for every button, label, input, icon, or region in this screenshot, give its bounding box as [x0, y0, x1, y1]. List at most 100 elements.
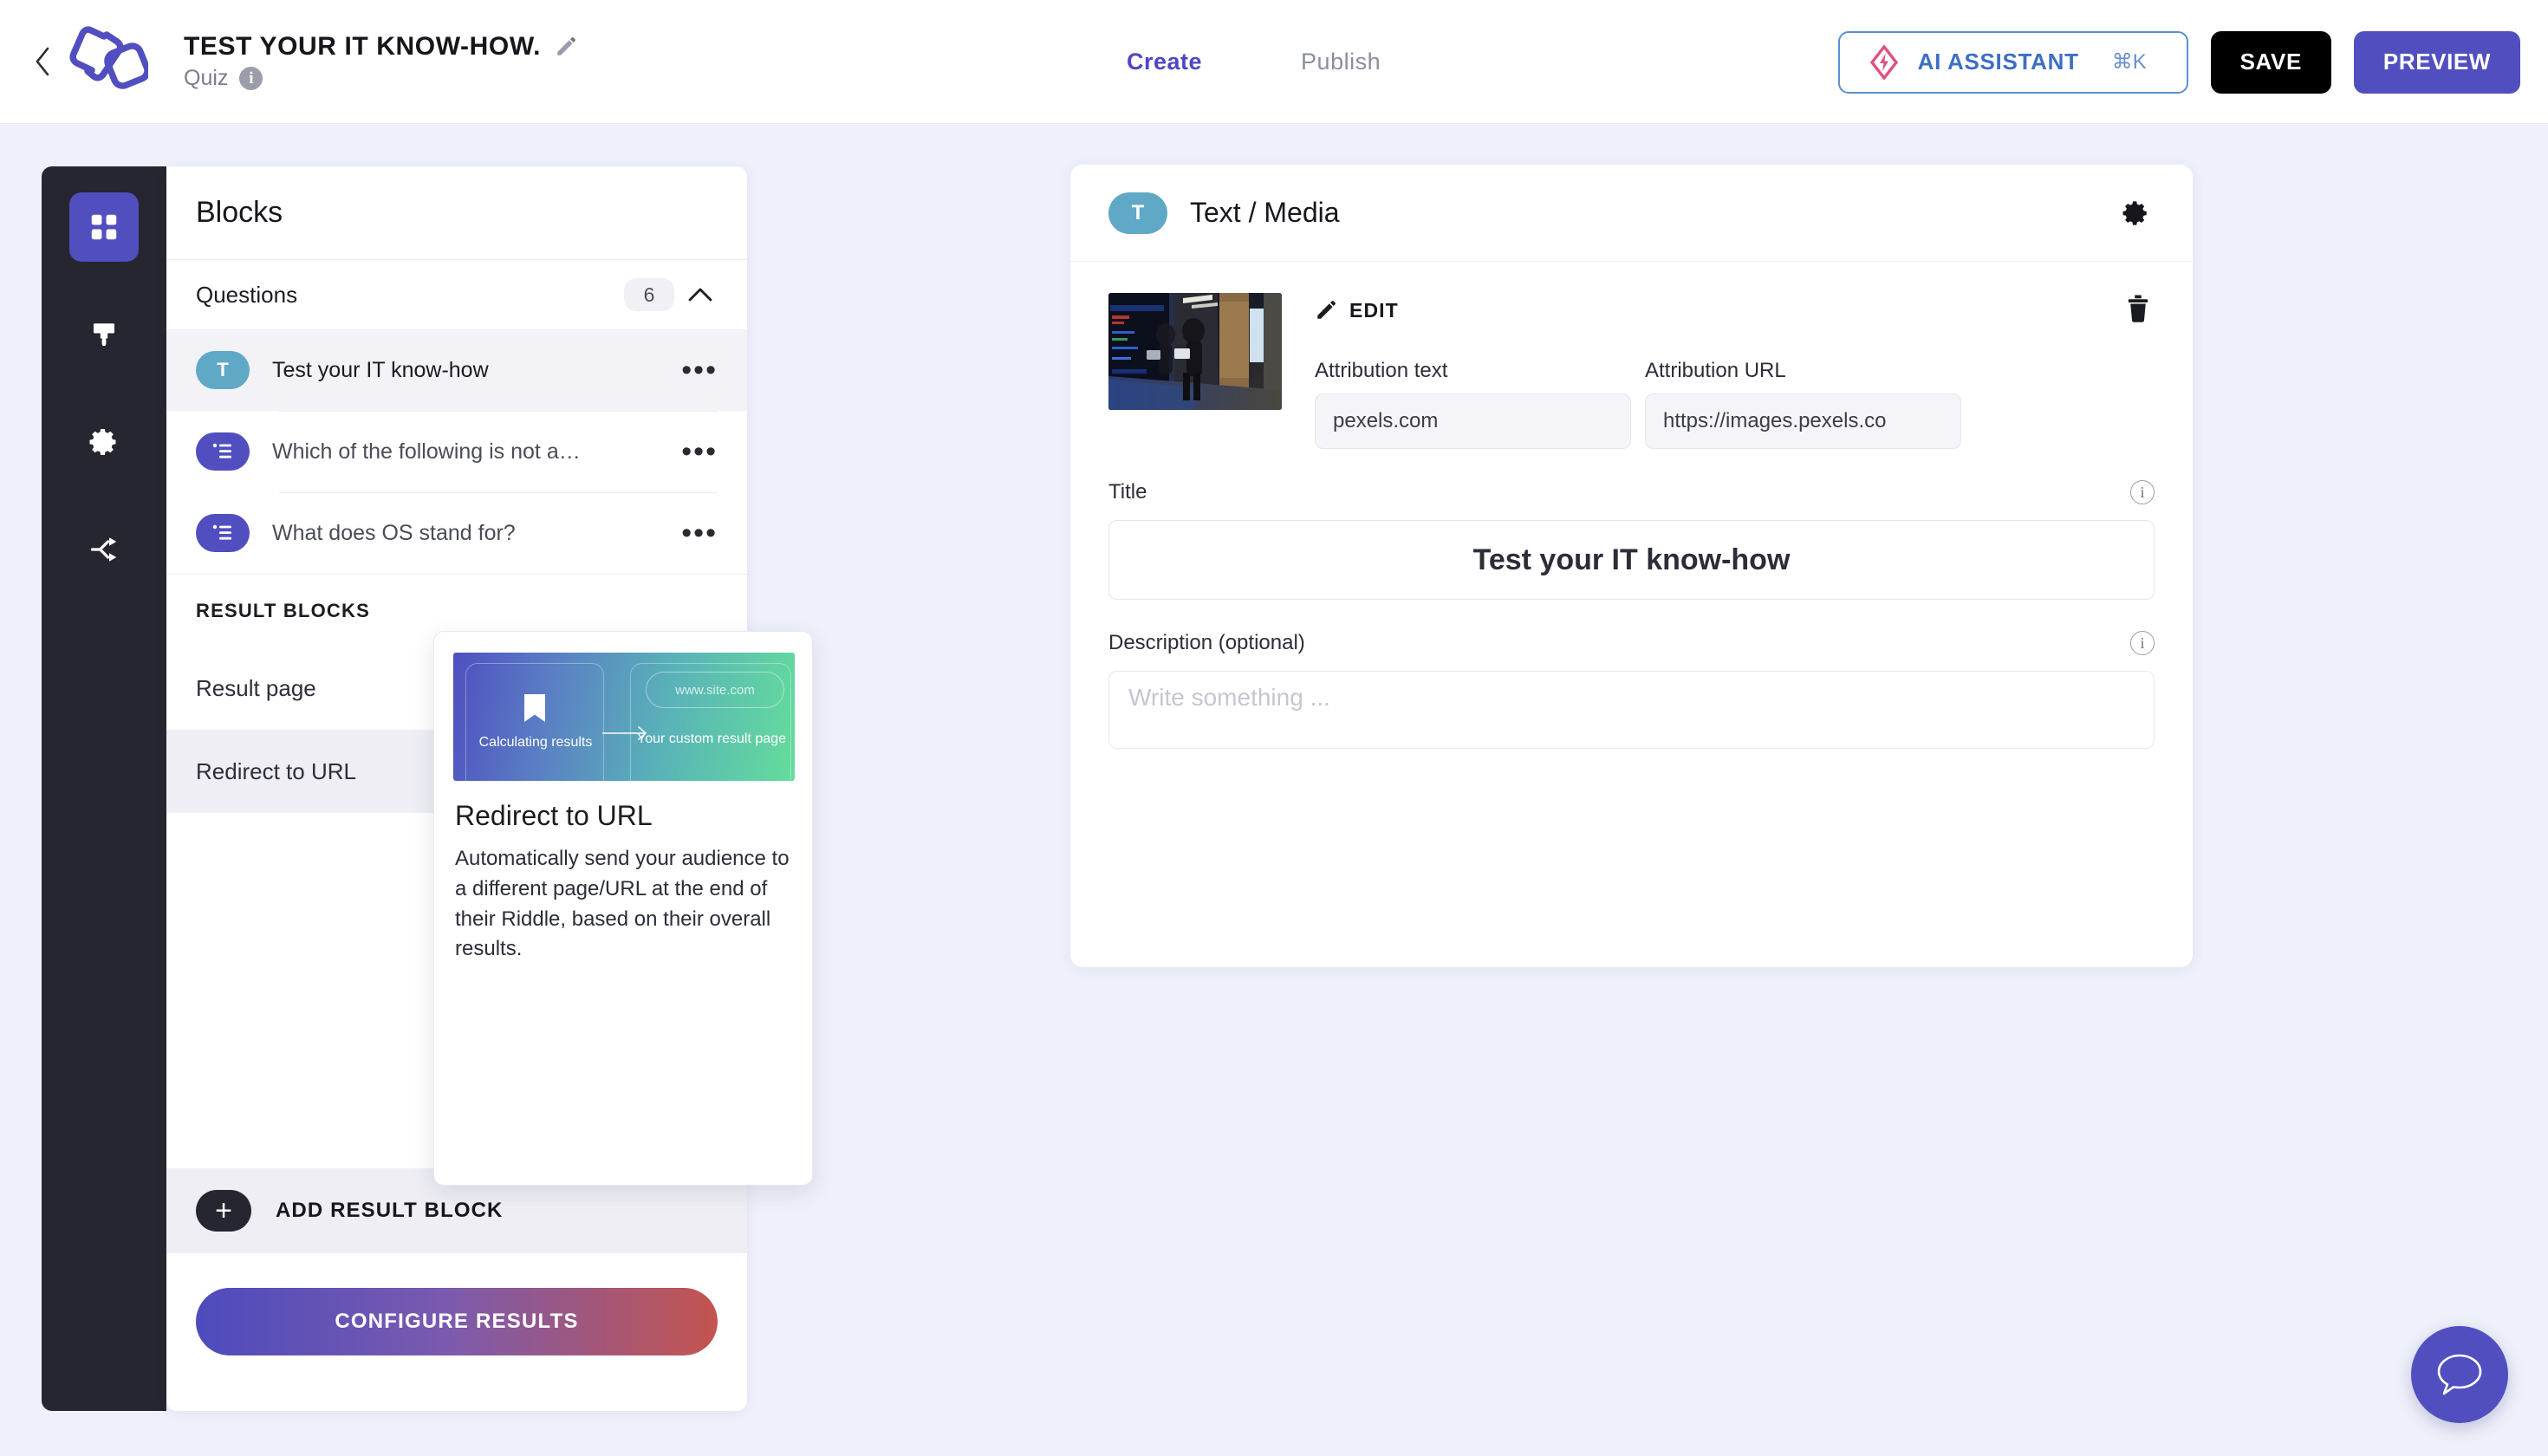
riddle-logo-icon — [69, 26, 148, 89]
left-rail — [42, 166, 166, 1411]
riddle-logo[interactable] — [66, 24, 151, 99]
media-thumbnail[interactable] — [1108, 293, 1282, 410]
ai-assistant-button[interactable]: AI ASSISTANT ⌘K — [1837, 30, 2188, 94]
top-bar: TEST YOUR IT KNOW-HOW. Quiz i Create Pub… — [0, 0, 2548, 124]
collapse-questions-button[interactable] — [683, 277, 718, 312]
title-input[interactable] — [1108, 520, 2155, 600]
description-field-head: Description (optional) i — [1108, 626, 2155, 660]
block-type-badge-text: T — [1108, 192, 1167, 234]
media-row: EDIT Attribution text pexels.com Attribu… — [1108, 293, 2155, 449]
preview-left-caption: Calculating results — [478, 735, 593, 750]
attribution-text-col: Attribution text — [1315, 359, 1631, 449]
list-item[interactable]: T Test your IT know-how ••• — [166, 329, 747, 411]
server-room-photo — [1108, 293, 1282, 410]
list-item-menu-button[interactable]: ••• — [676, 517, 718, 548]
attribution-row: Attribution text Attribution URL — [1315, 359, 2155, 449]
preview-right-caption: Your custom result page — [637, 731, 786, 746]
title-field-head: Title i — [1108, 475, 2155, 510]
grid-blocks-icon — [91, 214, 117, 240]
preview-url-pill: www.site.com — [646, 672, 784, 708]
list-item-label: What does OS stand for? — [272, 520, 516, 545]
gear-icon — [2122, 200, 2147, 225]
ai-assistant-label: AI ASSISTANT — [1917, 49, 2079, 75]
media-edit-row: EDIT — [1315, 293, 2155, 328]
block-editor-card: T Text / Media EDIT Attribution text pex… — [1070, 165, 2193, 967]
page-title: TEST YOUR IT KNOW-HOW. — [184, 32, 542, 61]
description-field-block: Description (optional) i — [1108, 626, 2155, 753]
ai-spark-icon — [1869, 44, 1898, 80]
title-field-label: Title — [1108, 480, 1147, 504]
back-button[interactable] — [26, 45, 59, 78]
result-blocks-label: RESULT BLOCKS — [196, 599, 370, 621]
result-block-tooltip: www.site.com Calculating results Your cu… — [433, 631, 813, 1186]
questions-label: Questions — [196, 281, 298, 308]
questions-section-header[interactable]: Questions 6 — [166, 260, 747, 329]
media-controls: EDIT Attribution text pexels.com Attribu… — [1315, 293, 2155, 449]
info-icon[interactable]: i — [2130, 631, 2155, 655]
pencil-icon — [1317, 301, 1336, 319]
tab-publish[interactable]: Publish — [1301, 49, 1381, 75]
chat-support-button[interactable] — [2411, 1326, 2508, 1423]
tooltip-preview-image: www.site.com Calculating results Your cu… — [453, 653, 795, 781]
attribution-text-label: Attribution text — [1315, 359, 1448, 382]
attribution-text-input[interactable] — [1315, 393, 1631, 449]
configure-results-button[interactable]: CONFIGURE RESULTS — [196, 1288, 718, 1355]
share-branch-icon — [90, 537, 117, 562]
block-editor-title: Text / Media — [1190, 197, 1340, 228]
blocks-panel-header: Blocks — [166, 166, 747, 260]
list-item-menu-button[interactable]: ••• — [676, 354, 718, 385]
block-editor-body: EDIT Attribution text pexels.com Attribu… — [1070, 262, 2193, 753]
attribution-url-col: Attribution URL — [1645, 359, 1961, 449]
main-tabs: Create Publish — [1127, 0, 1381, 124]
add-result-block-label: ADD RESULT BLOCK — [276, 1199, 504, 1222]
edit-media-label: EDIT — [1349, 298, 1399, 322]
attribution-url-label: Attribution URL — [1645, 359, 1786, 382]
title-row: TEST YOUR IT KNOW-HOW. — [184, 32, 577, 62]
rail-item-settings[interactable] — [69, 407, 139, 477]
chevron-left-icon — [36, 47, 49, 76]
paint-brush-icon — [94, 323, 114, 347]
tooltip-description: Automatically send your audience to a di… — [455, 847, 790, 961]
block-type-badge-list — [196, 432, 250, 471]
doc-type-label: Quiz — [184, 66, 229, 90]
questions-count-badge: 6 — [624, 278, 674, 311]
chat-bubble-icon — [2437, 1354, 2482, 1395]
info-icon[interactable]: i — [239, 67, 263, 90]
ai-assistant-shortcut: ⌘K — [2111, 50, 2147, 74]
list-item-label: Test your IT know-how — [272, 357, 489, 382]
delete-media-button[interactable] — [2125, 294, 2155, 327]
block-settings-button[interactable] — [2116, 194, 2155, 232]
trash-icon — [2128, 295, 2148, 322]
rail-item-design[interactable] — [69, 300, 139, 369]
plus-icon: + — [196, 1190, 251, 1232]
blocks-heading: Blocks — [196, 196, 283, 229]
document-title-block: TEST YOUR IT KNOW-HOW. Quiz i — [184, 32, 577, 91]
info-icon[interactable]: i — [2130, 480, 2155, 504]
block-editor-header: T Text / Media — [1070, 165, 2193, 262]
list-icon — [212, 524, 231, 540]
subtitle-row: Quiz i — [184, 66, 577, 91]
top-bar-actions: AI ASSISTANT ⌘K SAVE PREVIEW — [1837, 0, 2520, 124]
tab-create[interactable]: Create — [1127, 49, 1202, 75]
list-item[interactable]: Which of the following is not a… ••• — [166, 411, 747, 492]
block-type-badge-list — [196, 514, 250, 552]
gear-icon — [89, 429, 116, 455]
preview-button[interactable]: PREVIEW — [2353, 30, 2520, 94]
list-item[interactable]: What does OS stand for? ••• — [166, 492, 747, 574]
preview-left-box — [465, 663, 604, 781]
pencil-icon[interactable] — [555, 36, 577, 58]
list-item-label: Which of the following is not a… — [272, 439, 581, 464]
rail-item-logic[interactable] — [69, 515, 139, 584]
save-button[interactable]: SAVE — [2210, 30, 2331, 94]
rail-item-blocks[interactable] — [69, 192, 139, 262]
list-icon — [212, 443, 231, 458]
list-item-menu-button[interactable]: ••• — [676, 436, 718, 466]
block-type-badge-text: T — [196, 351, 250, 389]
edit-media-button[interactable]: EDIT — [1315, 299, 1399, 322]
tooltip-title: Redirect to URL — [455, 800, 653, 831]
chevron-up-icon — [688, 288, 712, 302]
title-field-block: Title i — [1108, 475, 2155, 600]
attribution-url-input[interactable] — [1645, 393, 1961, 449]
description-field-label: Description (optional) — [1108, 631, 1305, 654]
description-input[interactable] — [1108, 671, 2155, 749]
